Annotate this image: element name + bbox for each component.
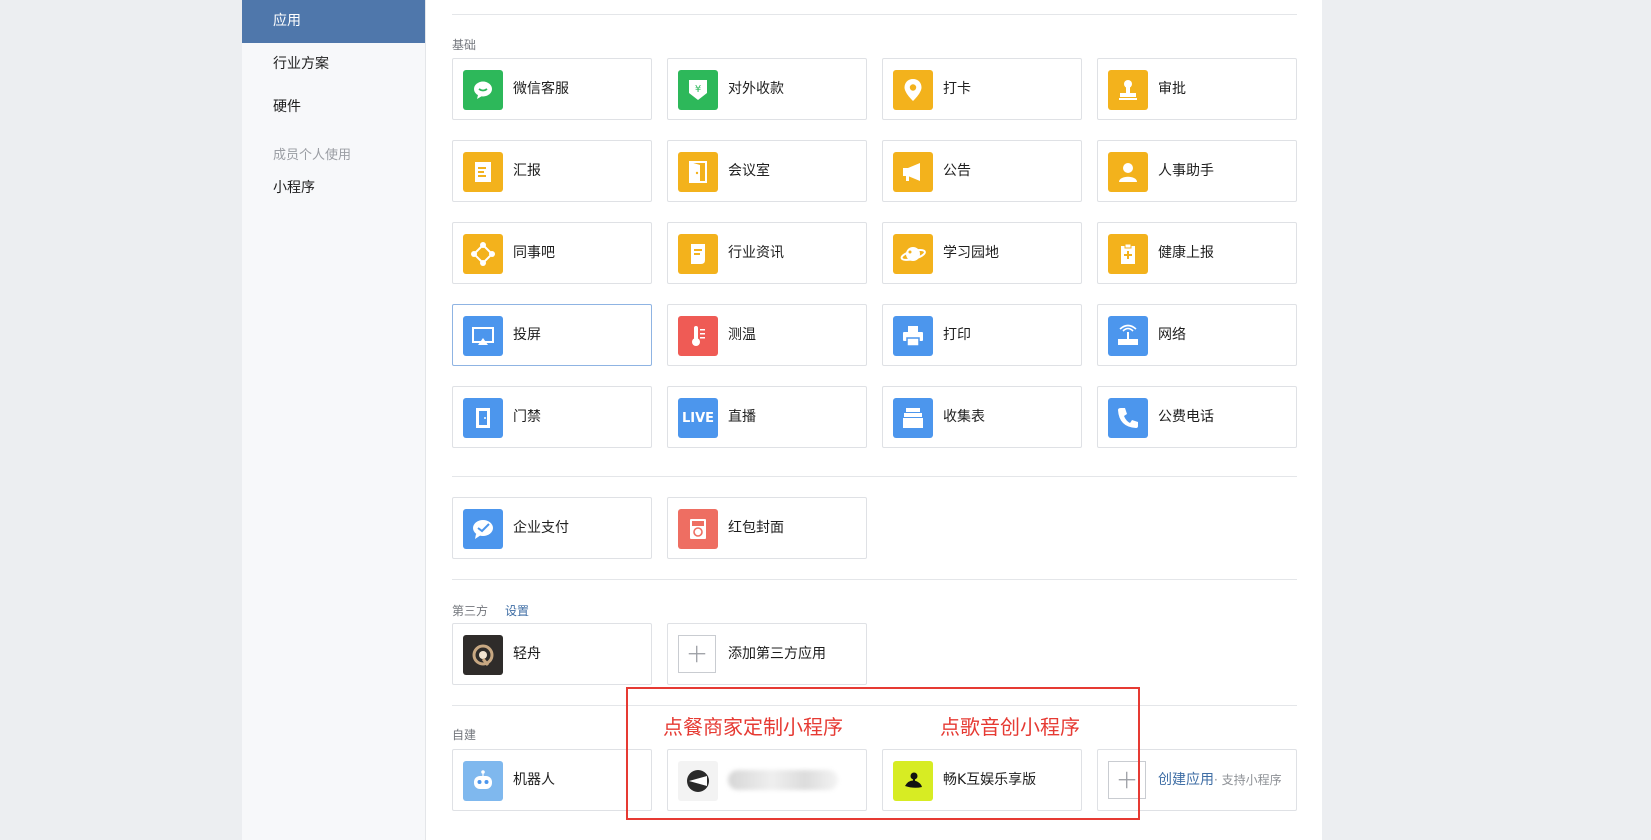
app-card-wechat-service[interactable]: 微信客服 xyxy=(452,58,652,120)
pay-chat-icon xyxy=(463,509,503,549)
divider xyxy=(452,476,1297,477)
thermometer-icon xyxy=(678,316,718,356)
megaphone-icon xyxy=(893,152,933,192)
wechat-chat-icon xyxy=(463,70,503,110)
app-card-announcement[interactable]: 公告 xyxy=(882,140,1082,202)
create-app-label-wrap: 创建应用· 支持小程序 xyxy=(1158,750,1282,810)
app-label: 企业支付 xyxy=(513,520,569,536)
app-card-checkin[interactable]: 打卡 xyxy=(882,58,1082,120)
app-card-print[interactable]: 打印 xyxy=(882,304,1082,366)
app-card-live[interactable]: LIVE 直播 xyxy=(667,386,867,448)
app-card-screen-cast[interactable]: 投屏 xyxy=(452,304,652,366)
divider xyxy=(452,14,1297,15)
app-card-hr-assistant[interactable]: 人事助手 xyxy=(1097,140,1297,202)
router-icon xyxy=(1108,316,1148,356)
news-scroll-icon xyxy=(678,234,718,274)
app-card-health-report[interactable]: 健康上报 xyxy=(1097,222,1297,284)
add-third-party-app-button[interactable]: 添加第三方应用 xyxy=(667,623,867,685)
app-card-enterprise-pay[interactable]: 企业支付 xyxy=(452,497,652,559)
yuan-shield-icon: ¥ xyxy=(678,70,718,110)
divider xyxy=(452,579,1297,580)
live-icon-text: LIVE xyxy=(681,410,715,426)
app-label: 投屏 xyxy=(513,327,541,343)
door-icon xyxy=(678,152,718,192)
app-card-temperature[interactable]: 测温 xyxy=(667,304,867,366)
app-card-network[interactable]: 网络 xyxy=(1097,304,1297,366)
app-card-qingzhou[interactable]: 轻舟 xyxy=(452,623,652,685)
report-document-icon xyxy=(463,152,503,192)
app-card-report[interactable]: 汇报 xyxy=(452,140,652,202)
create-app-hint: · 支持小程序 xyxy=(1214,773,1282,787)
screen-cast-icon xyxy=(463,316,503,356)
third-party-settings-link[interactable]: 设置 xyxy=(505,602,529,619)
form-tray-icon xyxy=(893,398,933,438)
app-label: 红包封面 xyxy=(728,520,784,536)
section-title-custom: 自建 xyxy=(452,728,477,742)
app-card-access-control[interactable]: 门禁 xyxy=(452,386,652,448)
app-label: 会议室 xyxy=(728,163,770,179)
app-label: 测温 xyxy=(728,327,756,343)
app-label: 人事助手 xyxy=(1158,163,1214,179)
sidebar-item-mini-program[interactable]: 小程序 xyxy=(242,171,425,205)
app-label: 打印 xyxy=(943,327,971,343)
section-title-basic: 基础 xyxy=(452,38,477,52)
app-label: 微信客服 xyxy=(513,81,569,97)
app-label: 公费电话 xyxy=(1158,409,1214,425)
planet-icon xyxy=(893,234,933,274)
app-label: 网络 xyxy=(1158,327,1186,343)
plus-icon xyxy=(678,635,716,673)
app-label: 收集表 xyxy=(943,409,985,425)
app-label: 直播 xyxy=(728,409,756,425)
sidebar-item-apps[interactable]: 应用 xyxy=(242,0,425,43)
app-label: 健康上报 xyxy=(1158,245,1214,261)
clipboard-plus-icon xyxy=(1108,234,1148,274)
person-icon xyxy=(1108,152,1148,192)
app-label: 学习园地 xyxy=(943,245,999,261)
app-card-form-collection[interactable]: 收集表 xyxy=(882,386,1082,448)
app-card-meeting-room[interactable]: 会议室 xyxy=(667,140,867,202)
stamp-icon xyxy=(1108,70,1148,110)
app-label: 汇报 xyxy=(513,163,541,179)
app-card-red-envelope[interactable]: 红包封面 xyxy=(667,497,867,559)
app-label: 行业资讯 xyxy=(728,245,784,261)
app-label: 机器人 xyxy=(513,772,555,788)
app-label: 同事吧 xyxy=(513,245,555,261)
red-envelope-icon xyxy=(678,509,718,549)
robot-icon xyxy=(463,761,503,801)
printer-icon xyxy=(893,316,933,356)
sidebar: 应用 行业方案 硬件 成员个人使用 小程序 xyxy=(242,0,426,840)
app-label: 轻舟 xyxy=(513,646,541,662)
app-card-colleague-bar[interactable]: 同事吧 xyxy=(452,222,652,284)
annotation-left: 点餐商家定制小程序 xyxy=(663,715,843,739)
app-label: 公告 xyxy=(943,163,971,179)
app-label: 门禁 xyxy=(513,409,541,425)
app-label: 打卡 xyxy=(943,81,971,97)
live-icon: LIVE xyxy=(678,398,718,438)
sidebar-item-industry[interactable]: 行业方案 xyxy=(242,43,425,86)
sidebar-group-title: 成员个人使用 xyxy=(273,148,352,163)
app-card-payment-collection[interactable]: ¥ 对外收款 xyxy=(667,58,867,120)
app-label: 审批 xyxy=(1158,81,1186,97)
qingzhou-logo-icon xyxy=(463,635,503,675)
location-pin-icon xyxy=(893,70,933,110)
phone-icon xyxy=(1108,398,1148,438)
app-card-approval[interactable]: 审批 xyxy=(1097,58,1297,120)
svg-text:¥: ¥ xyxy=(695,84,701,95)
sidebar-item-hardware[interactable]: 硬件 xyxy=(242,86,425,129)
create-app-label: 创建应用 xyxy=(1158,772,1214,788)
app-card-phone[interactable]: 公费电话 xyxy=(1097,386,1297,448)
app-card-robot[interactable]: 机器人 xyxy=(452,749,652,811)
section-title-third-party: 第三方 xyxy=(452,604,489,618)
add-third-party-label: 添加第三方应用 xyxy=(728,646,826,662)
app-card-industry-news[interactable]: 行业资讯 xyxy=(667,222,867,284)
annotation-box xyxy=(626,687,1140,820)
app-label: 对外收款 xyxy=(728,81,784,97)
access-door-icon xyxy=(463,398,503,438)
app-card-learning[interactable]: 学习园地 xyxy=(882,222,1082,284)
annotation-right: 点歌音创小程序 xyxy=(940,715,1080,739)
network-nodes-icon xyxy=(463,234,503,274)
